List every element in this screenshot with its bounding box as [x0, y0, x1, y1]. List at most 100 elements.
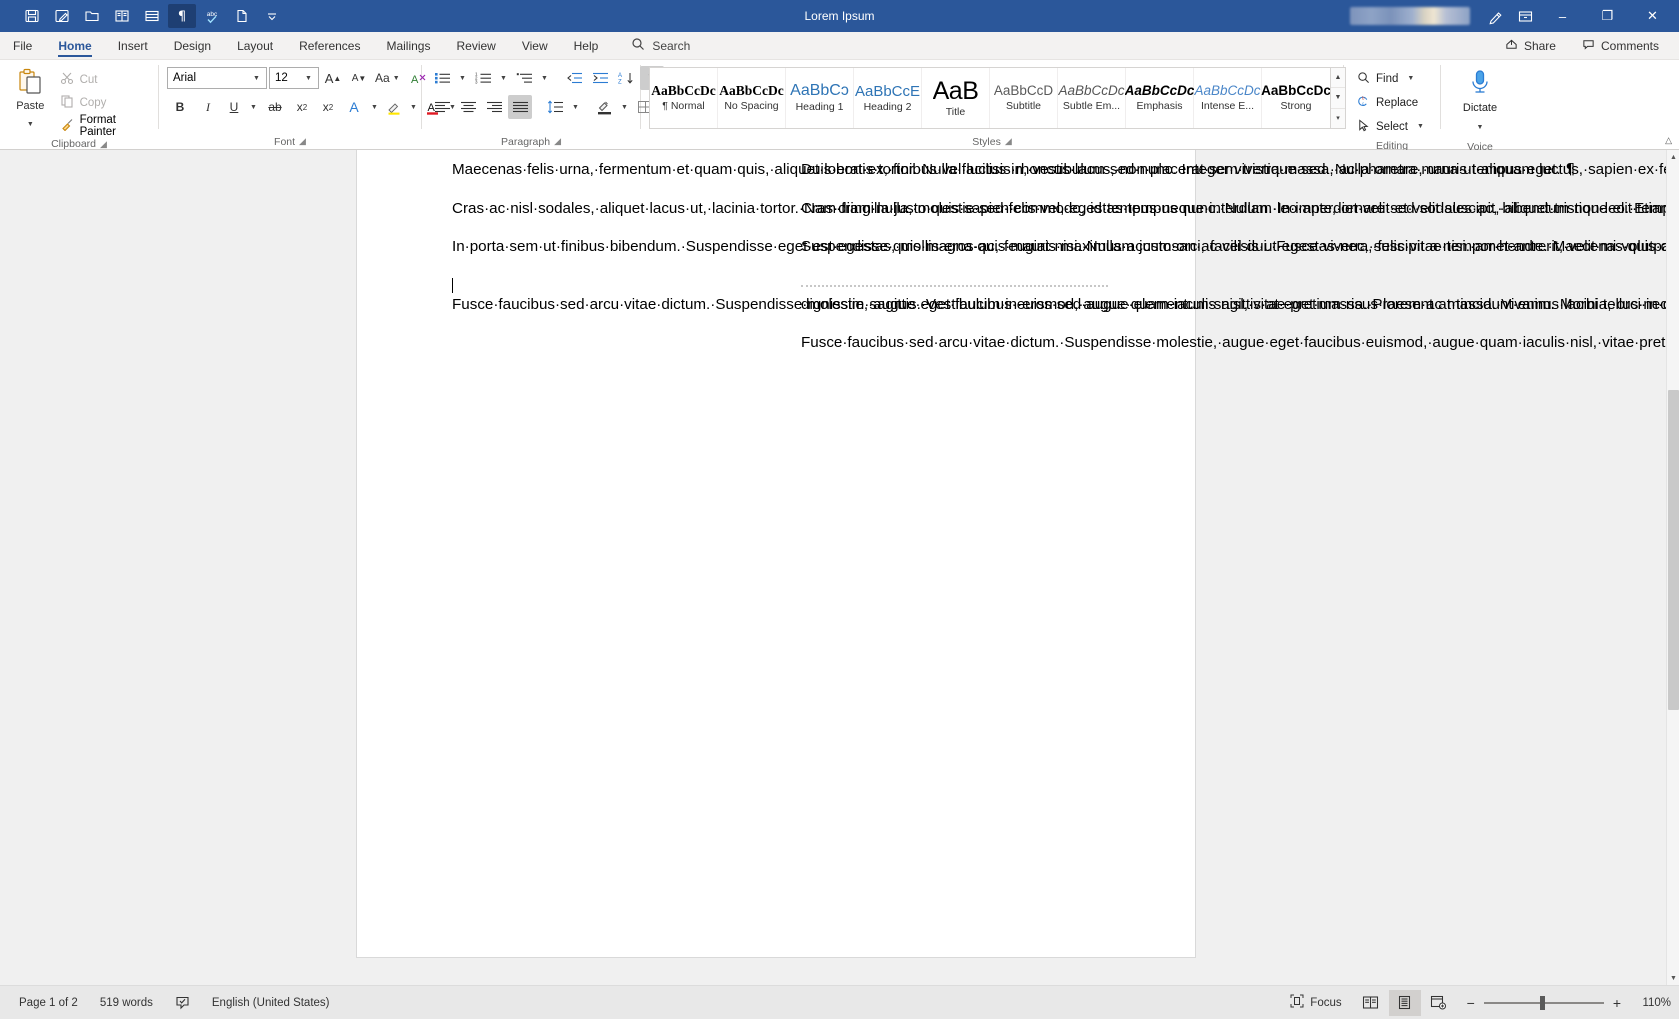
bullets-icon[interactable] [430, 66, 454, 90]
text-effects-chevron-down-icon[interactable]: ▼ [368, 95, 381, 119]
table-icon[interactable] [138, 4, 166, 28]
zoom-in-button[interactable]: + [1613, 995, 1621, 1011]
style-emphasis[interactable]: AaBbCcDc Emphasis [1125, 68, 1194, 128]
find-chevron-down-icon[interactable]: ▼ [1404, 67, 1417, 91]
tab-review[interactable]: Review [443, 32, 508, 59]
style-normal[interactable]: AaBbCcDc ¶ Normal [650, 68, 718, 128]
subscript-button[interactable]: x2 [290, 95, 314, 119]
zoom-slider[interactable]: − + [1457, 995, 1629, 1011]
spelling-check-icon[interactable]: abc [198, 4, 226, 28]
decrease-indent-icon[interactable] [562, 66, 586, 90]
multilevel-chevron-down-icon[interactable]: ▼ [538, 66, 551, 90]
italic-button[interactable]: I [195, 95, 221, 119]
shrink-font-button[interactable]: A ▼ [347, 66, 371, 90]
tab-insert[interactable]: Insert [105, 32, 161, 59]
read-mode-icon[interactable] [1355, 990, 1387, 1016]
numbering-chevron-down-icon[interactable]: ▼ [497, 66, 510, 90]
text-effects-button[interactable]: A [342, 95, 366, 119]
web-layout-icon[interactable] [1423, 990, 1455, 1016]
bullets-chevron-down-icon[interactable]: ▼ [456, 66, 469, 90]
tab-view[interactable]: View [509, 32, 561, 59]
format-painter-button[interactable]: Format Painter [56, 114, 153, 138]
grow-font-button[interactable]: A ▲ [321, 66, 345, 90]
line-spacing-icon[interactable] [543, 95, 567, 119]
tab-references[interactable]: References [286, 32, 373, 59]
zoom-track[interactable] [1483, 995, 1604, 1010]
paragraph[interactable]: Maecenas·felis·urna,·fermentum·et·quam·q… [452, 160, 1679, 180]
style-heading-2[interactable]: AaBbCcE Heading 2 [854, 68, 922, 128]
font-size-select[interactable]: 12 ▼ [269, 67, 319, 89]
proofing-errors-icon[interactable] [164, 991, 201, 1015]
document-page[interactable]: Maecenas·felis·urna,·fermentum·et·quam·q… [357, 150, 1679, 957]
styles-gallery-scroll[interactable]: ▲ ▼ ▾ [1330, 68, 1345, 128]
sort-icon[interactable]: A Z [614, 66, 638, 90]
styles-scroll-up-icon[interactable]: ▲ [1331, 68, 1345, 89]
tab-file[interactable]: File [0, 32, 45, 59]
find-button[interactable]: Find ▼ [1352, 67, 1422, 90]
style-strong[interactable]: AaBbCcDc Strong [1261, 68, 1331, 128]
paragraph[interactable]: In·porta·sem·ut·finibus·bibendum.·Suspen… [452, 237, 1679, 257]
font-family-chevron-down-icon[interactable]: ▼ [250, 66, 263, 90]
save-icon[interactable] [18, 4, 46, 28]
copy-button[interactable]: Copy [56, 92, 153, 113]
numbering-icon[interactable]: 1 2 3 [471, 66, 495, 90]
paragraph-dialog-launcher[interactable]: ◢ [554, 136, 561, 147]
style-subtle-emphasis[interactable]: AaBbCcDc Subtle Em... [1058, 68, 1126, 128]
tab-mailings[interactable]: Mailings [373, 32, 443, 59]
search-box[interactable]: Search [611, 32, 702, 59]
cut-button[interactable]: Cut [56, 69, 153, 90]
change-case-button[interactable]: Aa ▼ [373, 66, 405, 90]
maximize-button[interactable]: ❐ [1585, 0, 1630, 32]
ribbon-display-options-icon[interactable] [1510, 3, 1540, 29]
book-view-icon[interactable] [108, 4, 136, 28]
superscript-button[interactable]: x2 [316, 95, 340, 119]
zoom-thumb[interactable] [1539, 995, 1545, 1010]
paragraph[interactable]: dignissim·sagittis.·Vestibulum·in·eros·s… [801, 295, 1679, 315]
strikethrough-button[interactable]: ab [262, 95, 288, 119]
styles-dialog-launcher[interactable]: ◢ [1005, 136, 1012, 147]
paragraph[interactable]: Fusce·faucibus·sed·arcu·vitae·dictum.·Su… [452, 276, 1679, 315]
font-size-chevron-down-icon[interactable]: ▼ [302, 66, 315, 90]
zoom-out-button[interactable]: − [1467, 995, 1475, 1011]
dictate-chevron-down-icon[interactable]: ▼ [1474, 115, 1487, 139]
pilcrow-icon[interactable]: ¶ [168, 4, 196, 28]
line-spacing-chevron-down-icon[interactable]: ▼ [569, 95, 582, 119]
select-chevron-down-icon[interactable]: ▼ [1414, 115, 1427, 139]
new-document-icon[interactable] [228, 4, 256, 28]
font-family-select[interactable]: Arial ▼ [167, 67, 267, 89]
increase-indent-icon[interactable] [588, 66, 612, 90]
autosave-icon[interactable] [48, 4, 76, 28]
open-folder-icon[interactable] [78, 4, 106, 28]
paragraph[interactable]: Duis·erat·ex,·finibus·vel·luctus·in,·ves… [801, 160, 1575, 180]
paste-chevron-down-icon[interactable]: ▼ [24, 112, 37, 136]
styles-more-icon[interactable]: ▾ [1331, 108, 1345, 128]
style-intense-emphasis[interactable]: AaBbCcDc Intense E... [1194, 68, 1262, 128]
clipboard-dialog-launcher[interactable]: ◢ [100, 139, 107, 150]
font-dialog-launcher[interactable]: ◢ [299, 136, 306, 147]
align-left-icon[interactable] [430, 95, 454, 119]
shading-chevron-down-icon[interactable]: ▼ [618, 95, 631, 119]
style-title[interactable]: AaB Title [922, 68, 990, 128]
shading-icon[interactable] [592, 95, 616, 119]
word-count[interactable]: 519 words [89, 991, 164, 1015]
focus-mode-button[interactable]: Focus [1279, 991, 1352, 1015]
tab-help[interactable]: Help [561, 32, 612, 59]
underline-chevron-down-icon[interactable]: ▼ [247, 95, 260, 119]
paragraph[interactable]: Cras·ac·nisl·sodales,·aliquet·lacus·ut,·… [452, 199, 1679, 219]
paragraph[interactable]: Suspendisse·quis·magna·quis·mauris·maxim… [801, 237, 1679, 257]
text-highlight-button[interactable] [383, 95, 405, 119]
print-layout-icon[interactable] [1388, 989, 1421, 1016]
highlight-chevron-down-icon[interactable]: ▼ [407, 95, 420, 119]
select-button[interactable]: Select ▼ [1352, 115, 1432, 138]
scroll-up-icon[interactable]: ▲ [1667, 150, 1679, 164]
replace-button[interactable]: b c Replace [1352, 91, 1423, 114]
comments-button[interactable]: Comments [1572, 34, 1669, 58]
share-button[interactable]: Share [1495, 34, 1566, 58]
page-indicator[interactable]: Page 1 of 2 [8, 991, 89, 1015]
language-indicator[interactable]: English (United States) [201, 991, 341, 1015]
align-center-icon[interactable] [456, 95, 480, 119]
minimize-button[interactable]: – [1540, 0, 1585, 32]
vertical-scrollbar[interactable]: ▲ ▼ [1666, 150, 1679, 985]
collapse-ribbon-icon[interactable]: △ [1665, 135, 1672, 146]
scroll-down-icon[interactable]: ▼ [1667, 971, 1679, 985]
